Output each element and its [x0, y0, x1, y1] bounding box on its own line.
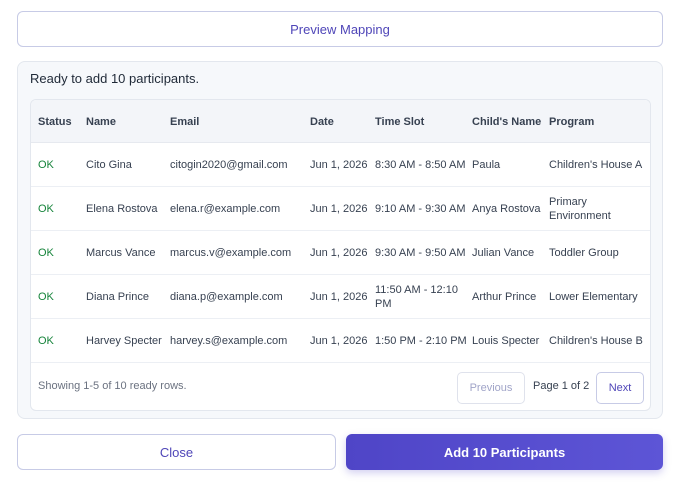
- participant-name: Cito Gina: [86, 158, 132, 171]
- participant-program: Lower Elementary: [549, 290, 638, 303]
- previous-page-button[interactable]: Previous: [457, 372, 525, 404]
- column-header-child-name: Child's Name: [472, 115, 542, 128]
- page-indicator: Page 1 of 2: [533, 380, 590, 392]
- status-badge: OK: [38, 158, 54, 171]
- participant-time-slot: 11:50 AM - 12:10 PM: [375, 283, 458, 311]
- participant-date: Jun 1, 2026: [310, 246, 368, 259]
- participant-email: marcus.v@example.com: [170, 246, 292, 259]
- participant-email: elena.r@example.com: [170, 202, 281, 215]
- participant-name: Harvey Specter: [86, 334, 162, 347]
- table-row: OK Cito Gina citogin2020@gmail.com Jun 1…: [31, 143, 650, 187]
- pagination-summary: Showing 1-5 of 10 ready rows.: [38, 380, 187, 392]
- participant-email: harvey.s@example.com: [170, 334, 288, 347]
- status-badge: OK: [38, 202, 54, 215]
- participant-child-name: Paula: [472, 158, 501, 171]
- table-row: OK Harvey Specter harvey.s@example.com J…: [31, 319, 650, 363]
- status-badge: OK: [38, 246, 54, 259]
- participants-table: Status Name Email Date Time Slot Child's…: [30, 99, 651, 411]
- add-participants-button[interactable]: Add 10 Participants: [346, 434, 663, 470]
- ready-panel: Ready to add 10 participants. Status Nam…: [17, 61, 663, 419]
- column-header-time-slot: Time Slot: [375, 115, 425, 128]
- participant-date: Jun 1, 2026: [310, 202, 368, 215]
- participant-time-slot: 8:30 AM - 8:50 AM: [375, 158, 466, 171]
- participant-time-slot: 9:30 AM - 9:50 AM: [375, 246, 466, 259]
- table-row: OK Marcus Vance marcus.v@example.com Jun…: [31, 231, 650, 275]
- table-row: OK Diana Prince diana.p@example.com Jun …: [31, 275, 650, 319]
- participant-email: diana.p@example.com: [170, 290, 283, 303]
- participant-program: Primary Environment: [549, 195, 611, 223]
- participant-email: citogin2020@gmail.com: [170, 158, 288, 171]
- participant-child-name: Julian Vance: [472, 246, 535, 259]
- ready-message: Ready to add 10 participants.: [30, 71, 200, 86]
- participant-date: Jun 1, 2026: [310, 334, 368, 347]
- participant-program: Toddler Group: [549, 246, 619, 259]
- status-badge: OK: [38, 334, 54, 347]
- participant-child-name: Anya Rostova: [472, 202, 541, 215]
- participant-time-slot: 1:50 PM - 2:10 PM: [375, 334, 467, 347]
- participant-time-slot: 9:10 AM - 9:30 AM: [375, 202, 466, 215]
- column-header-email: Email: [170, 115, 200, 128]
- column-header-date: Date: [310, 115, 334, 128]
- participant-child-name: Arthur Prince: [472, 290, 537, 303]
- participant-name: Elena Rostova: [86, 202, 158, 215]
- close-button[interactable]: Close: [17, 434, 336, 470]
- participant-program: Children's House B: [549, 334, 643, 347]
- participant-program: Children's House A: [549, 158, 643, 171]
- participant-date: Jun 1, 2026: [310, 158, 368, 171]
- participant-child-name: Louis Specter: [472, 334, 540, 347]
- next-page-button[interactable]: Next: [596, 372, 644, 404]
- column-header-program: Program: [549, 115, 595, 128]
- participant-name: Diana Prince: [86, 290, 149, 303]
- table-row: OK Elena Rostova elena.r@example.com Jun…: [31, 187, 650, 231]
- table-header: Status Name Email Date Time Slot Child's…: [31, 100, 650, 143]
- column-header-name: Name: [86, 115, 116, 128]
- status-badge: OK: [38, 290, 54, 303]
- preview-mapping-button[interactable]: Preview Mapping: [17, 11, 663, 47]
- participant-name: Marcus Vance: [86, 246, 156, 259]
- participant-date: Jun 1, 2026: [310, 290, 368, 303]
- column-header-status: Status: [38, 115, 72, 128]
